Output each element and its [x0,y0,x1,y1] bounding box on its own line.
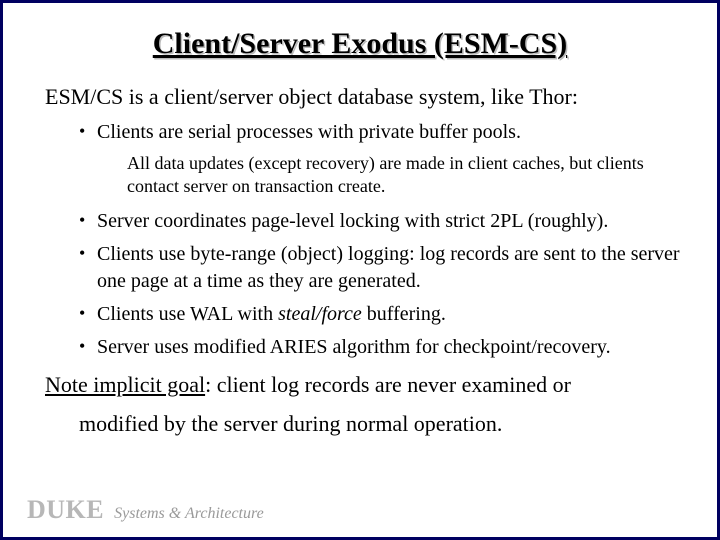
footer-org: DUKE [27,495,104,525]
bullet-list: Server coordinates page-level locking wi… [79,208,689,361]
bullet-subnote: All data updates (except recovery) are m… [127,152,673,199]
bullet-item: Clients use WAL with steal/force bufferi… [79,301,689,328]
bullet-text: buffering. [362,303,446,325]
closing-line-2: modified by the server during normal ope… [79,410,685,439]
bullet-item: Server coordinates page-level locking wi… [79,208,689,235]
bullet-emphasis: steal/force [278,303,362,325]
bullet-list: Clients are serial processes with privat… [79,119,689,146]
bullet-text: Clients use WAL with [97,303,278,325]
slide-title: Client/Server Exodus (ESM-CS) [27,27,693,61]
bullet-item: Clients use byte-range (object) logging:… [79,241,689,295]
footer-group: Systems & Architecture [114,505,264,523]
bullet-item: Clients are serial processes with privat… [79,119,689,146]
closing-lead: Note implicit goal [45,372,205,397]
bullet-item: Server uses modified ARIES algorithm for… [79,334,689,361]
slide-frame: Client/Server Exodus (ESM-CS) ESM/CS is … [0,0,720,540]
footer: DUKE Systems & Architecture [27,495,264,525]
intro-line: ESM/CS is a client/server object databas… [45,83,693,111]
closing-line: Note implicit goal: client log records a… [45,371,685,400]
closing-text: : client log records are never examined … [205,372,571,397]
